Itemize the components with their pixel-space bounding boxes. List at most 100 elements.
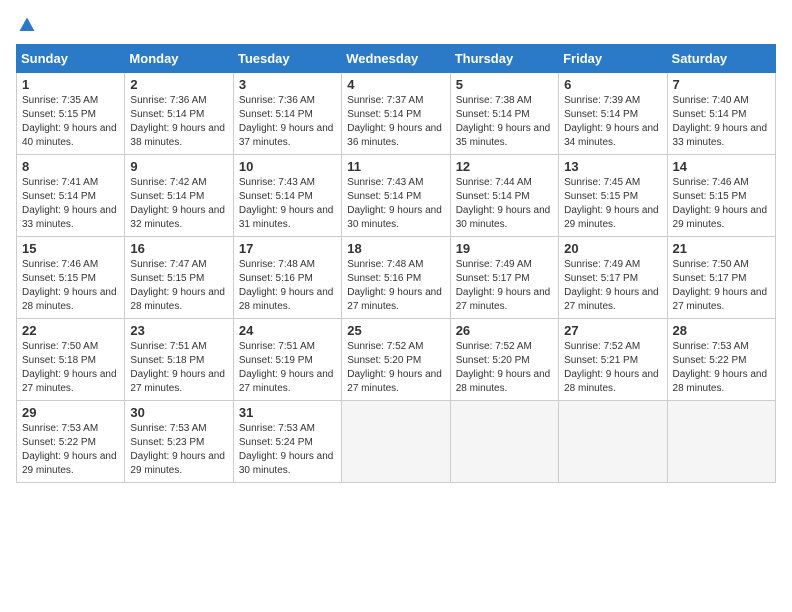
page-header <box>16 16 776 34</box>
day-number: 22 <box>22 323 119 338</box>
day-number: 9 <box>130 159 227 174</box>
day-number: 29 <box>22 405 119 420</box>
day-info: Sunrise: 7:43 AM Sunset: 5:14 PM Dayligh… <box>347 176 444 232</box>
day-info: Sunrise: 7:47 AM Sunset: 5:15 PM Dayligh… <box>130 258 227 314</box>
day-info: Sunrise: 7:52 AM Sunset: 5:21 PM Dayligh… <box>564 340 661 396</box>
logo-icon <box>18 16 36 34</box>
day-number: 6 <box>564 77 661 92</box>
calendar-day-cell: 7 Sunrise: 7:40 AM Sunset: 5:14 PM Daylig… <box>667 73 775 155</box>
calendar-day-cell: 31 Sunrise: 7:53 AM Sunset: 5:24 PM Dayli… <box>233 401 341 483</box>
day-info: Sunrise: 7:51 AM Sunset: 5:19 PM Dayligh… <box>239 340 336 396</box>
day-number: 20 <box>564 241 661 256</box>
calendar-day-header: Saturday <box>667 45 775 73</box>
day-number: 25 <box>347 323 444 338</box>
calendar-day-header: Monday <box>125 45 233 73</box>
calendar-day-cell: 22Sunrise: 7:50 AM Sunset: 5:18 PM Dayli… <box>17 319 125 401</box>
day-info: Sunrise: 7:51 AM Sunset: 5:18 PM Dayligh… <box>130 340 227 396</box>
day-number: 31 <box>239 405 336 420</box>
day-number: 3 <box>239 77 336 92</box>
day-info: Sunrise: 7:36 AM Sunset: 5:14 PM Dayligh… <box>130 94 227 150</box>
day-number: 8 <box>22 159 119 174</box>
day-info: Sunrise: 7:46 AM Sunset: 5:15 PM Dayligh… <box>22 258 119 314</box>
calendar-day-cell: 2 Sunrise: 7:36 AM Sunset: 5:14 PM Daylig… <box>125 73 233 155</box>
calendar-day-cell: 10Sunrise: 7:43 AM Sunset: 5:14 PM Dayli… <box>233 155 341 237</box>
day-info: Sunrise: 7:53 AM Sunset: 5:22 PM Dayligh… <box>22 422 119 478</box>
calendar-day-header: Tuesday <box>233 45 341 73</box>
day-info: Sunrise: 7:49 AM Sunset: 5:17 PM Dayligh… <box>564 258 661 314</box>
calendar-empty-cell <box>559 401 667 483</box>
day-info: Sunrise: 7:53 AM Sunset: 5:24 PM Dayligh… <box>239 422 336 478</box>
calendar-day-header: Friday <box>559 45 667 73</box>
day-number: 19 <box>456 241 553 256</box>
day-number: 27 <box>564 323 661 338</box>
day-info: Sunrise: 7:45 AM Sunset: 5:15 PM Dayligh… <box>564 176 661 232</box>
day-info: Sunrise: 7:44 AM Sunset: 5:14 PM Dayligh… <box>456 176 553 232</box>
day-info: Sunrise: 7:41 AM Sunset: 5:14 PM Dayligh… <box>22 176 119 232</box>
calendar-day-cell: 29 Sunrise: 7:53 AM Sunset: 5:22 PM Dayli… <box>17 401 125 483</box>
day-info: Sunrise: 7:49 AM Sunset: 5:17 PM Dayligh… <box>456 258 553 314</box>
day-number: 7 <box>673 77 770 92</box>
day-number: 5 <box>456 77 553 92</box>
calendar-day-header: Thursday <box>450 45 558 73</box>
day-number: 23 <box>130 323 227 338</box>
day-info: Sunrise: 7:39 AM Sunset: 5:14 PM Dayligh… <box>564 94 661 150</box>
day-number: 30 <box>130 405 227 420</box>
calendar-day-header: Sunday <box>17 45 125 73</box>
calendar-day-cell: 12 Sunrise: 7:44 AM Sunset: 5:14 PM Dayli… <box>450 155 558 237</box>
day-info: Sunrise: 7:48 AM Sunset: 5:16 PM Dayligh… <box>239 258 336 314</box>
calendar-day-cell: 17Sunrise: 7:48 AM Sunset: 5:16 PM Dayli… <box>233 237 341 319</box>
calendar-day-cell: 14 Sunrise: 7:46 AM Sunset: 5:15 PM Dayli… <box>667 155 775 237</box>
calendar-header-row: SundayMondayTuesdayWednesdayThursdayFrid… <box>17 45 776 73</box>
calendar-day-cell: 23 Sunrise: 7:51 AM Sunset: 5:18 PM Dayli… <box>125 319 233 401</box>
calendar-week-row: 1 Sunrise: 7:35 AM Sunset: 5:15 PM Daylig… <box>17 73 776 155</box>
calendar-day-cell: 6 Sunrise: 7:39 AM Sunset: 5:14 PM Daylig… <box>559 73 667 155</box>
calendar-day-cell: 3 Sunrise: 7:36 AM Sunset: 5:14 PM Daylig… <box>233 73 341 155</box>
day-number: 24 <box>239 323 336 338</box>
day-info: Sunrise: 7:40 AM Sunset: 5:14 PM Dayligh… <box>673 94 770 150</box>
day-number: 13 <box>564 159 661 174</box>
calendar-day-cell: 30 Sunrise: 7:53 AM Sunset: 5:23 PM Dayli… <box>125 401 233 483</box>
day-info: Sunrise: 7:52 AM Sunset: 5:20 PM Dayligh… <box>347 340 444 396</box>
calendar-week-row: 15 Sunrise: 7:46 AM Sunset: 5:15 PM Dayli… <box>17 237 776 319</box>
calendar-day-cell: 5Sunrise: 7:38 AM Sunset: 5:14 PM Daylig… <box>450 73 558 155</box>
calendar-day-cell: 21Sunrise: 7:50 AM Sunset: 5:17 PM Dayli… <box>667 237 775 319</box>
day-number: 16 <box>130 241 227 256</box>
day-number: 26 <box>456 323 553 338</box>
day-info: Sunrise: 7:36 AM Sunset: 5:14 PM Dayligh… <box>239 94 336 150</box>
day-number: 18 <box>347 241 444 256</box>
day-number: 4 <box>347 77 444 92</box>
day-info: Sunrise: 7:53 AM Sunset: 5:23 PM Dayligh… <box>130 422 227 478</box>
calendar-day-cell: 18 Sunrise: 7:48 AM Sunset: 5:16 PM Dayli… <box>342 237 450 319</box>
calendar-day-cell: 25 Sunrise: 7:52 AM Sunset: 5:20 PM Dayli… <box>342 319 450 401</box>
calendar-table: SundayMondayTuesdayWednesdayThursdayFrid… <box>16 44 776 483</box>
calendar-day-cell: 4Sunrise: 7:37 AM Sunset: 5:14 PM Daylig… <box>342 73 450 155</box>
calendar-week-row: 29 Sunrise: 7:53 AM Sunset: 5:22 PM Dayli… <box>17 401 776 483</box>
day-number: 12 <box>456 159 553 174</box>
day-number: 11 <box>347 159 444 174</box>
day-number: 1 <box>22 77 119 92</box>
day-info: Sunrise: 7:48 AM Sunset: 5:16 PM Dayligh… <box>347 258 444 314</box>
calendar-day-cell: 27 Sunrise: 7:52 AM Sunset: 5:21 PM Dayli… <box>559 319 667 401</box>
calendar-day-cell: 20 Sunrise: 7:49 AM Sunset: 5:17 PM Dayli… <box>559 237 667 319</box>
calendar-day-cell: 15 Sunrise: 7:46 AM Sunset: 5:15 PM Dayli… <box>17 237 125 319</box>
day-info: Sunrise: 7:35 AM Sunset: 5:15 PM Dayligh… <box>22 94 119 150</box>
calendar-empty-cell <box>342 401 450 483</box>
calendar-week-row: 8 Sunrise: 7:41 AM Sunset: 5:14 PM Daylig… <box>17 155 776 237</box>
day-info: Sunrise: 7:50 AM Sunset: 5:17 PM Dayligh… <box>673 258 770 314</box>
calendar-day-cell: 8 Sunrise: 7:41 AM Sunset: 5:14 PM Daylig… <box>17 155 125 237</box>
day-info: Sunrise: 7:46 AM Sunset: 5:15 PM Dayligh… <box>673 176 770 232</box>
day-info: Sunrise: 7:52 AM Sunset: 5:20 PM Dayligh… <box>456 340 553 396</box>
calendar-week-row: 22Sunrise: 7:50 AM Sunset: 5:18 PM Dayli… <box>17 319 776 401</box>
day-number: 2 <box>130 77 227 92</box>
calendar-day-cell: 16 Sunrise: 7:47 AM Sunset: 5:15 PM Dayli… <box>125 237 233 319</box>
day-number: 14 <box>673 159 770 174</box>
calendar-day-header: Wednesday <box>342 45 450 73</box>
calendar-day-cell: 28Sunrise: 7:53 AM Sunset: 5:22 PM Dayli… <box>667 319 775 401</box>
calendar-day-cell: 11 Sunrise: 7:43 AM Sunset: 5:14 PM Dayli… <box>342 155 450 237</box>
day-number: 15 <box>22 241 119 256</box>
calendar-empty-cell <box>450 401 558 483</box>
calendar-body: 1 Sunrise: 7:35 AM Sunset: 5:15 PM Daylig… <box>17 73 776 483</box>
calendar-day-cell: 24 Sunrise: 7:51 AM Sunset: 5:19 PM Dayli… <box>233 319 341 401</box>
calendar-day-cell: 9Sunrise: 7:42 AM Sunset: 5:14 PM Daylig… <box>125 155 233 237</box>
day-info: Sunrise: 7:43 AM Sunset: 5:14 PM Dayligh… <box>239 176 336 232</box>
